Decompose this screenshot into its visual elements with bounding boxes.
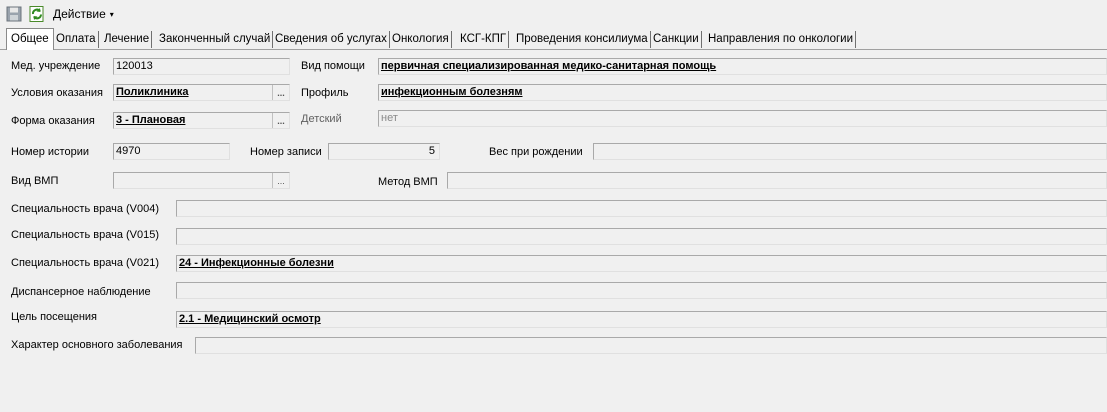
vid-pomoshi-label: Вид помощи	[301, 60, 365, 72]
tab-napravleniya-onkologii[interactable]: Направления по онкологии	[706, 31, 857, 48]
usloviya-value: Поликлиника	[116, 86, 189, 98]
usloviya-field[interactable]: Поликлиника ...	[113, 84, 290, 101]
ves-label: Вес при рождении	[489, 146, 583, 158]
usloviya-label: Условия оказания	[11, 87, 103, 99]
tab-onkologiya[interactable]: Онкология	[390, 31, 452, 48]
tab-zakonchennyy-sluchay[interactable]: Законченный случай	[157, 31, 274, 48]
med-uchr-label: Мед. учреждение	[11, 60, 101, 72]
tab-label: Лечение	[104, 33, 150, 45]
action-menu-button[interactable]: Действие ▾	[53, 7, 114, 21]
spec-v021-field[interactable]: 24 - Инфекционные болезни	[176, 255, 1107, 272]
spec-v004-label: Специальность врача (V004)	[11, 203, 160, 215]
ves-field[interactable]	[593, 143, 1107, 160]
detskiy-field[interactable]: нет	[378, 110, 1107, 127]
spec-v021-label: Специальность врача (V021)	[11, 257, 160, 269]
toolbar: Действие ▾	[0, 0, 1107, 28]
tab-label: КСГ-КПГ	[460, 33, 507, 45]
disp-label: Диспансерное наблюдение	[11, 286, 151, 298]
usloviya-lookup-button[interactable]: ...	[272, 85, 289, 100]
vid-vmp-field[interactable]: ...	[113, 172, 290, 189]
nomer-zapisi-field[interactable]: 5	[328, 143, 440, 160]
tab-label: Направления по онкологии	[708, 33, 854, 45]
tab-oplata[interactable]: Оплата	[54, 31, 99, 48]
tab-label: Санкции	[653, 33, 699, 45]
med-uchr-field[interactable]: 120013	[113, 58, 290, 75]
tab-ksg-kpg[interactable]: КСГ-КПГ	[458, 31, 510, 48]
detskiy-label: Детский	[301, 113, 342, 125]
metod-vmp-field[interactable]	[447, 172, 1107, 189]
refresh-icon[interactable]	[29, 6, 45, 22]
tab-svedeniya-ob-uslugah[interactable]: Сведения об услугах	[273, 31, 390, 48]
spec-v004-field[interactable]	[176, 200, 1107, 217]
vid-vmp-lookup-button[interactable]: ...	[272, 173, 289, 188]
chevron-down-icon: ▾	[109, 10, 114, 19]
spec-v015-label: Специальность врача (V015)	[11, 229, 160, 241]
tab-label: Онкология	[392, 33, 449, 45]
vid-vmp-label: Вид ВМП	[11, 175, 59, 187]
tab-label: Сведения об услугах	[275, 33, 387, 45]
nomer-zapisi-label: Номер записи	[250, 146, 322, 158]
forma-lookup-button[interactable]: ...	[272, 113, 289, 128]
forma-value: 3 - Плановая	[116, 114, 186, 126]
forma-label: Форма оказания	[11, 115, 95, 127]
vid-pomoshi-field[interactable]: первичная специализированная медико-сани…	[378, 58, 1107, 75]
tab-label: Общее	[11, 33, 49, 45]
tab-label: Проведения консилиума	[516, 33, 648, 45]
action-label: Действие	[53, 7, 106, 21]
forma-field[interactable]: 3 - Плановая ...	[113, 112, 290, 129]
profil-label: Профиль	[301, 87, 349, 99]
cel-field[interactable]: 2.1 - Медицинский осмотр	[176, 311, 1107, 328]
tab-lechenie[interactable]: Лечение	[102, 31, 153, 48]
harakter-field[interactable]	[195, 337, 1107, 354]
tab-label: Законченный случай	[159, 33, 271, 45]
nomer-istorii-label: Номер истории	[11, 146, 89, 158]
cel-label: Цель посещения	[11, 311, 98, 323]
tab-konsilium[interactable]: Проведения консилиума	[514, 31, 651, 48]
tab-sankcii[interactable]: Санкции	[651, 31, 702, 48]
profil-field[interactable]: инфекционным болезням	[378, 84, 1107, 101]
disp-field[interactable]	[176, 282, 1107, 299]
tab-label: Оплата	[56, 33, 96, 45]
tab-obshee[interactable]: Общее	[6, 28, 54, 50]
harakter-label: Характер основного заболевания	[11, 339, 183, 351]
nomer-istorii-field[interactable]: 4970	[113, 143, 230, 160]
save-icon[interactable]	[6, 6, 22, 22]
spec-v015-field[interactable]	[176, 228, 1107, 245]
metod-vmp-label: Метод ВМП	[378, 176, 438, 188]
